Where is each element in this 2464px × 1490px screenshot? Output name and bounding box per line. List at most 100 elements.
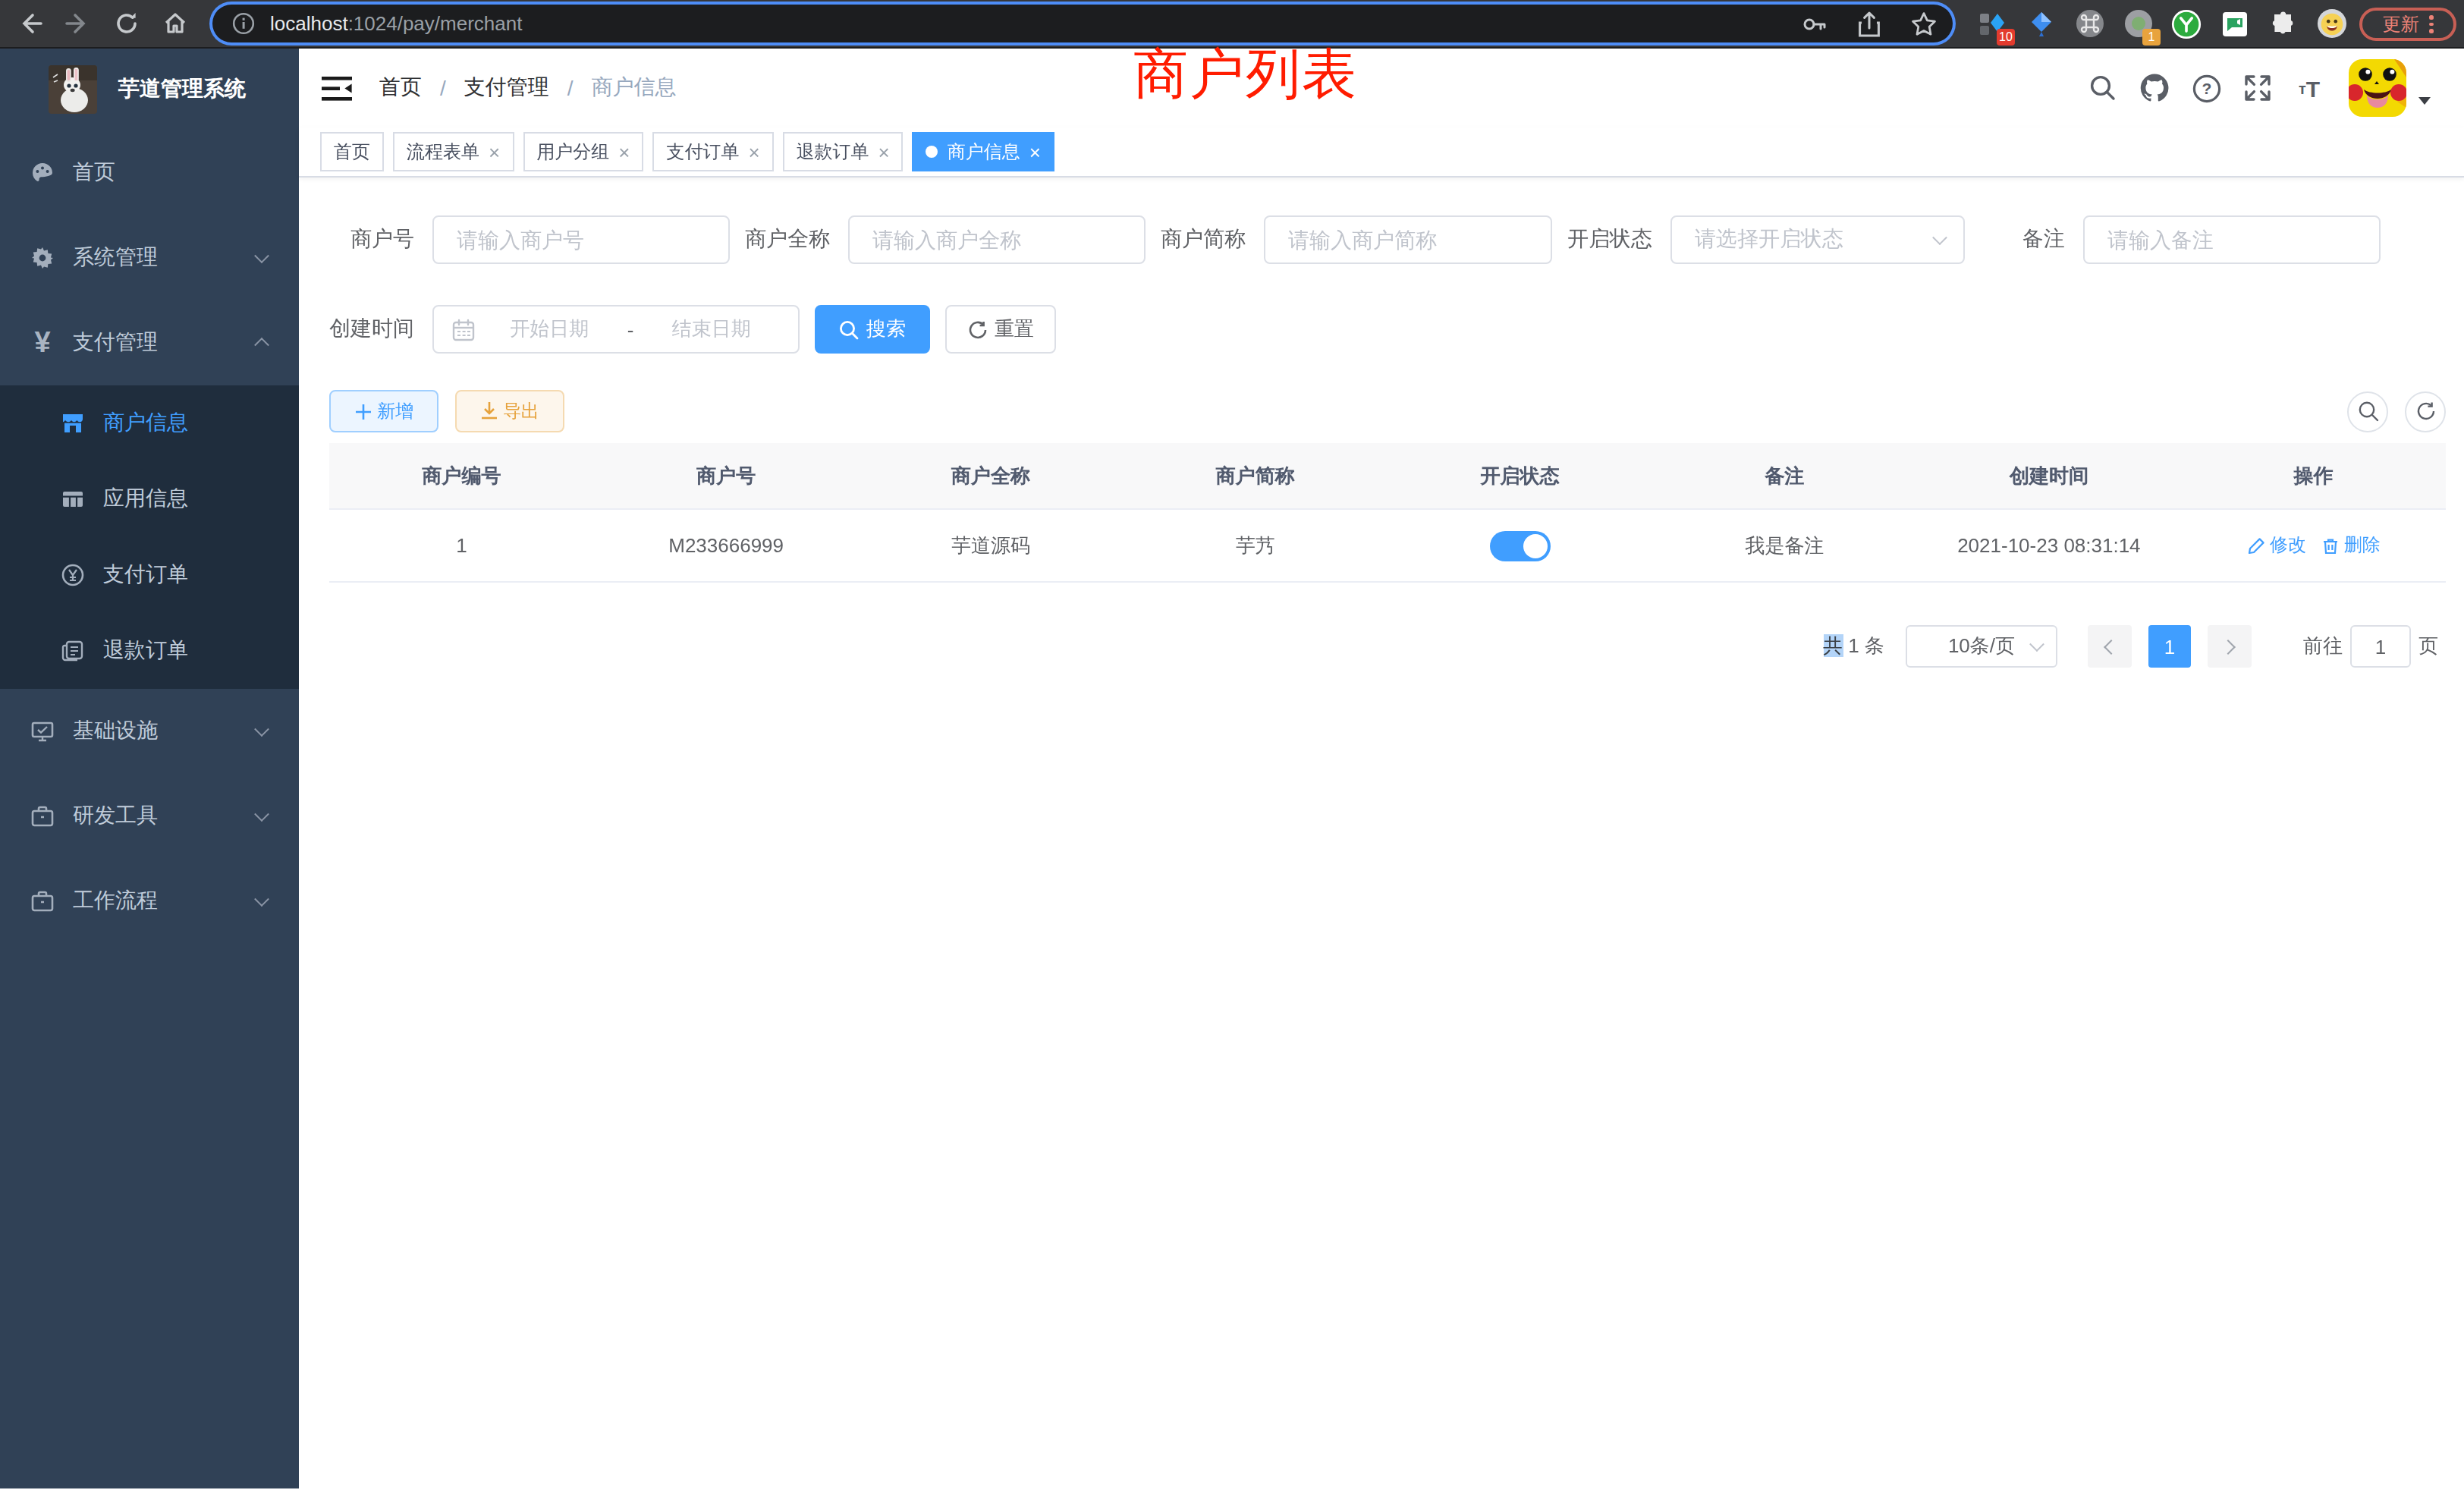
search-button[interactable]: 搜索: [815, 305, 930, 354]
yen-circle-icon: [61, 563, 85, 587]
password-key-icon[interactable]: [1801, 10, 1828, 37]
edit-link[interactable]: 修改: [2247, 533, 2306, 558]
close-icon[interactable]: ×: [748, 142, 759, 162]
tab-process-form[interactable]: 流程表单×: [393, 132, 514, 171]
tab-user-group[interactable]: 用户分组×: [523, 132, 643, 171]
full-name-input[interactable]: [848, 215, 1146, 264]
refresh-button[interactable]: [2405, 391, 2446, 432]
toolbar: 新增 导出: [329, 390, 2446, 432]
forward-icon[interactable]: [64, 10, 91, 37]
search-icon: [839, 319, 859, 339]
next-page-button[interactable]: [2208, 625, 2252, 668]
sidebar-item-merchant[interactable]: 商户信息: [0, 385, 299, 461]
plus-icon: [354, 403, 371, 420]
cell-actions: 修改 删除: [2181, 533, 2446, 558]
github-icon[interactable]: [2129, 62, 2180, 114]
briefcase-icon: [30, 889, 55, 913]
sidebar-item-system[interactable]: 系统管理: [0, 215, 299, 300]
browser-nav-buttons: [15, 0, 188, 47]
sidebar-item-workflow[interactable]: 工作流程: [0, 859, 299, 944]
sidebar-item-order[interactable]: 支付订单: [0, 537, 299, 613]
home-icon[interactable]: [161, 10, 188, 37]
navbar-actions: ? тT: [2077, 59, 2431, 117]
extension-tasks-icon[interactable]: 10: [1977, 8, 2007, 39]
site-info-icon[interactable]: [232, 12, 255, 35]
th-status: 开启状态: [1388, 462, 1652, 489]
sidebar-toggle-icon[interactable]: [322, 75, 352, 101]
table-header: 商户编号 商户号 商户全称 商户简称 开启状态 备注 创建时间 操作: [329, 443, 2446, 510]
tab-pay-order[interactable]: 支付订单×: [652, 132, 773, 171]
sidebar-item-home[interactable]: 首页: [0, 130, 299, 215]
tab-merchant-info[interactable]: 商户信息×: [913, 132, 1054, 171]
extension-y-icon[interactable]: [2171, 8, 2202, 39]
filter-short-name: 商户简称: [1161, 215, 1552, 264]
extension-kite-icon[interactable]: [2026, 8, 2056, 39]
close-icon[interactable]: ×: [489, 142, 500, 162]
shop-icon: [61, 411, 85, 435]
tab-refund-order[interactable]: 退款订单×: [783, 132, 904, 171]
th-actions: 操作: [2181, 462, 2446, 489]
share-icon[interactable]: [1857, 10, 1881, 37]
url-bar[interactable]: localhost:1024/pay/merchant: [212, 5, 1953, 42]
close-icon[interactable]: ×: [618, 142, 630, 162]
url-text[interactable]: localhost:1024/pay/merchant: [270, 12, 522, 35]
sidebar-submenu-pay: 商户信息 应用信息 支付订单: [0, 385, 299, 689]
header-search-icon[interactable]: [2077, 62, 2129, 114]
page-1-button[interactable]: 1: [2148, 625, 2191, 668]
extension-emoji-icon[interactable]: [2317, 8, 2347, 39]
help-icon[interactable]: ?: [2180, 62, 2232, 114]
close-icon[interactable]: ×: [878, 142, 890, 162]
bookmark-star-icon[interactable]: [1910, 10, 1938, 37]
extension-badge: 10: [1997, 28, 2015, 45]
sidebar-logo[interactable]: 芋道管理系统: [0, 49, 299, 130]
avatar-caret-icon[interactable]: [2418, 96, 2431, 104]
browser-update-button[interactable]: 更新: [2359, 8, 2456, 41]
toggle-search-button[interactable]: [2347, 391, 2388, 432]
delete-link[interactable]: 删除: [2321, 533, 2381, 558]
extension-chat-icon[interactable]: [2220, 8, 2250, 39]
sidebar-item-refund[interactable]: 退款订单: [0, 613, 299, 689]
search-icon: [2357, 401, 2378, 422]
add-button[interactable]: 新增: [329, 390, 438, 432]
filter-row-2: 创建时间 开始日期 - 结束日期 搜索 重置: [329, 305, 2446, 354]
sidebar-item-pay[interactable]: ¥ 支付管理: [0, 300, 299, 385]
short-name-input[interactable]: [1264, 215, 1552, 264]
extension-command-icon[interactable]: [2074, 8, 2104, 39]
status-select[interactable]: 请选择开启状态: [1670, 215, 1965, 264]
goto-page-input[interactable]: 1: [2350, 625, 2411, 668]
th-create-time: 创建时间: [1917, 462, 2182, 489]
sidebar-item-infra[interactable]: 基础设施: [0, 689, 299, 774]
breadcrumb-pay[interactable]: 支付管理: [464, 74, 549, 102]
export-button[interactable]: 导出: [455, 390, 564, 432]
cell-merchant-no: M233666999: [594, 534, 859, 557]
font-size-icon[interactable]: тT: [2283, 62, 2335, 114]
breadcrumb-home[interactable]: 首页: [379, 74, 422, 102]
status-toggle[interactable]: [1489, 530, 1550, 561]
extension-green-dot-icon[interactable]: 1: [2123, 8, 2153, 39]
yen-icon: ¥: [30, 331, 55, 355]
sidebar-item-app[interactable]: 应用信息: [0, 461, 299, 537]
date-end-input[interactable]: 结束日期: [636, 316, 786, 343]
browser-extensions: 10 1: [1977, 0, 2347, 47]
prev-page-button[interactable]: [2088, 625, 2132, 668]
user-avatar[interactable]: [2349, 59, 2406, 117]
trash-icon: [2321, 536, 2340, 555]
close-icon[interactable]: ×: [1029, 142, 1041, 162]
browser-menu-icon[interactable]: [2430, 16, 2434, 33]
extension-puzzle-icon[interactable]: [2268, 8, 2299, 39]
filter-label: 商户全称: [745, 226, 848, 253]
sidebar-item-dev[interactable]: 研发工具: [0, 774, 299, 859]
tab-home[interactable]: 首页: [320, 132, 384, 171]
date-start-input[interactable]: 开始日期: [475, 316, 624, 343]
merchant-no-input[interactable]: [432, 215, 730, 264]
sidebar-item-label: 退款订单: [103, 637, 188, 665]
filter-row-1: 商户号 商户全称 商户简称 开启状态 请选择开启状态: [329, 215, 2446, 264]
reset-button[interactable]: 重置: [945, 305, 1056, 354]
date-range-picker[interactable]: 开始日期 - 结束日期: [432, 305, 800, 354]
page-size-select[interactable]: 10条/页: [1906, 625, 2057, 668]
reload-icon[interactable]: [112, 10, 140, 37]
remark-input[interactable]: [2083, 215, 2381, 264]
cell-short-name: 芋艿: [1123, 532, 1388, 559]
back-icon[interactable]: [15, 10, 42, 37]
fullscreen-icon[interactable]: [2232, 62, 2283, 114]
